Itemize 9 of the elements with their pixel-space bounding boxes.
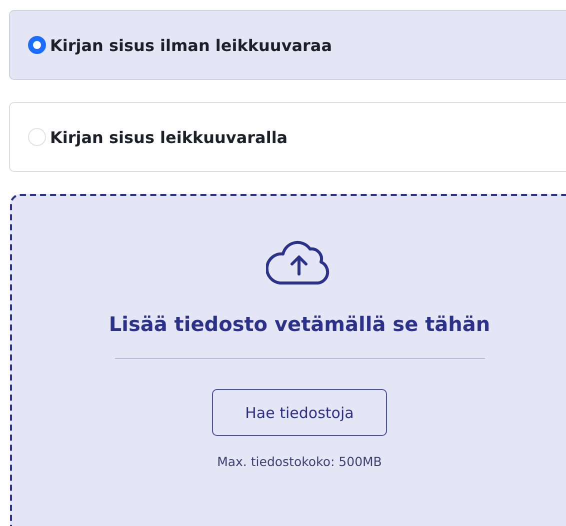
drop-zone[interactable]: Lisää tiedosto vetämällä se tähän Hae tiedostoja Max. tiedostokoko: 500MB [10, 194, 566, 526]
browse-files-button[interactable]: Hae tiedostoja [212, 389, 387, 436]
radio-button[interactable] [28, 36, 46, 54]
option-label: Kirjan sisus ilman leikkuuvaraa [50, 36, 332, 54]
option-label: Kirjan sisus leikkuuvaralla [50, 128, 288, 146]
option-card[interactable]: Kirjan sisus leikkuuvaralla [9, 102, 566, 172]
drop-heading: Lisää tiedosto vetämällä se tähän [108, 312, 490, 336]
file-size-note: Max. tiedostokoko: 500MB [217, 454, 382, 469]
option-card[interactable]: Kirjan sisus ilman leikkuuvaraa [9, 10, 566, 80]
